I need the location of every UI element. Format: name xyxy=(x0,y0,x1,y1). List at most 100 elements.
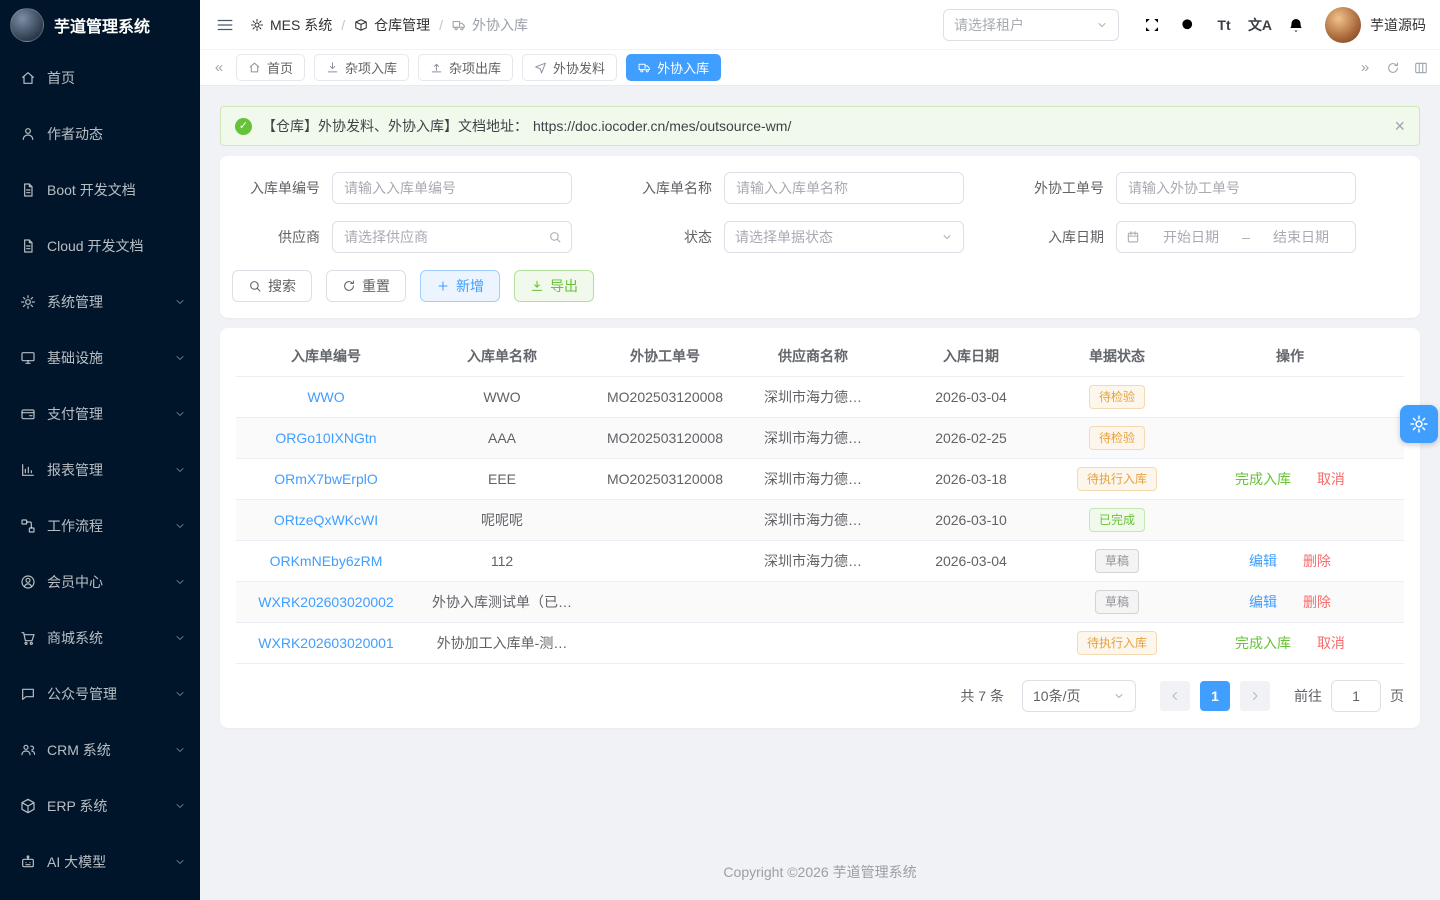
chevron-down-icon xyxy=(174,408,186,420)
notifications-button[interactable] xyxy=(1279,8,1313,42)
reset-button[interactable]: 重置 xyxy=(326,270,406,302)
app-root: 芋道管理系统 首页 作者动态 Boot 开发文档 Cloud 开发文档 系统管理 xyxy=(0,0,1440,900)
order-no-link[interactable]: WXRK202603020002 xyxy=(258,594,393,610)
breadcrumb-item-outsource-inbound: 外协入库 xyxy=(452,15,528,35)
search-icon xyxy=(548,230,562,244)
user-menu[interactable]: 芋道源码 xyxy=(1325,7,1426,43)
cart-icon xyxy=(20,630,36,646)
sidebar-item-home[interactable]: 首页 xyxy=(0,50,200,106)
col-date: 入库日期 xyxy=(884,336,1058,376)
cancel-link[interactable]: 取消 xyxy=(1317,635,1345,651)
work-order-label: 外协工单号 xyxy=(1016,178,1116,198)
sidebar-item-erp[interactable]: ERP 系统 xyxy=(0,778,200,834)
sidebar-item-cloud-docs[interactable]: Cloud 开发文档 xyxy=(0,218,200,274)
delete-link[interactable]: 删除 xyxy=(1303,553,1331,569)
page-size-select[interactable]: 10条/页 xyxy=(1022,680,1136,712)
font-size-button[interactable]: Tt xyxy=(1207,8,1241,42)
global-search-button[interactable] xyxy=(1171,8,1205,42)
chevron-down-icon xyxy=(174,352,186,364)
plus-icon xyxy=(436,279,450,293)
sidebar-item-infrastructure[interactable]: 基础设施 xyxy=(0,330,200,386)
truck-icon xyxy=(638,61,651,74)
sidebar-item-member-center[interactable]: 会员中心 xyxy=(0,554,200,610)
order-no-link[interactable]: ORKmNEby6zRM xyxy=(270,553,383,569)
page-unit-label: 页 xyxy=(1390,686,1404,706)
doc-link[interactable]: https://doc.iocoder.cn/mes/outsource-wm/ xyxy=(533,118,791,134)
page-1-button[interactable]: 1 xyxy=(1200,681,1230,711)
breadcrumb-item-mes[interactable]: MES 系统 xyxy=(250,15,332,35)
breadcrumb-item-warehouse[interactable]: 仓库管理 xyxy=(354,15,430,35)
locale-switch-button[interactable]: 文A xyxy=(1243,8,1277,42)
chart-icon xyxy=(20,462,36,478)
status-select[interactable]: 请选择单据状态 xyxy=(724,221,964,253)
tab-outsource-inbound[interactable]: 外协入库 xyxy=(626,54,721,81)
tabs-scroll-right-button[interactable]: » xyxy=(1354,55,1376,81)
chevron-down-icon xyxy=(174,576,186,588)
work-order-input[interactable] xyxy=(1117,173,1355,203)
home-icon xyxy=(248,61,261,74)
sidebar-item-crm[interactable]: CRM 系统 xyxy=(0,722,200,778)
edit-link[interactable]: 编辑 xyxy=(1249,553,1277,569)
chevron-down-icon xyxy=(941,231,953,243)
row-operations: 完成入库 取消 xyxy=(1176,622,1404,663)
order-no-link[interactable]: WXRK202603020001 xyxy=(258,635,393,651)
export-button[interactable]: 导出 xyxy=(514,270,594,302)
supplier-input[interactable] xyxy=(333,222,571,252)
alert-close-icon[interactable]: × xyxy=(1394,117,1405,135)
col-operations: 操作 xyxy=(1176,336,1404,376)
row-operations xyxy=(1176,499,1404,540)
order-no-link[interactable]: ORGo10IXNGtn xyxy=(275,430,376,446)
status-badge: 草稿 xyxy=(1095,590,1139,614)
row-operations: 编辑 删除 xyxy=(1176,540,1404,581)
sidebar-item-author-news[interactable]: 作者动态 xyxy=(0,106,200,162)
sidebar-item-ai[interactable]: AI 大模型 xyxy=(0,834,200,890)
supplier-label: 供应商 xyxy=(232,227,332,247)
edit-link[interactable]: 编辑 xyxy=(1249,594,1277,610)
layout-settings-button[interactable] xyxy=(1410,55,1432,81)
sidebar-item-boot-docs[interactable]: Boot 开发文档 xyxy=(0,162,200,218)
date-start-placeholder: 开始日期 xyxy=(1146,227,1236,247)
bell-icon xyxy=(1287,16,1305,34)
fullscreen-button[interactable] xyxy=(1135,8,1169,42)
sidebar-item-official-account[interactable]: 公众号管理 xyxy=(0,666,200,722)
row-operations xyxy=(1176,376,1404,417)
tenant-select[interactable]: 请选择租户 xyxy=(943,9,1119,41)
next-page-button[interactable] xyxy=(1240,681,1270,711)
tab-misc-outbound[interactable]: 杂项出库 xyxy=(418,54,513,81)
col-order-no: 入库单编号 xyxy=(236,336,416,376)
tabs-scroll-left-button[interactable]: « xyxy=(208,55,230,81)
prev-page-button[interactable] xyxy=(1160,681,1190,711)
order-no-input[interactable] xyxy=(333,173,571,203)
sidebar-item-workflow[interactable]: 工作流程 xyxy=(0,498,200,554)
date-range-picker[interactable]: 开始日期 – 结束日期 xyxy=(1116,221,1356,253)
cancel-link[interactable]: 取消 xyxy=(1317,471,1345,487)
goto-page-input[interactable] xyxy=(1331,680,1381,712)
refresh-tab-button[interactable] xyxy=(1382,55,1404,81)
search-button[interactable]: 搜索 xyxy=(232,270,312,302)
theme-settings-button[interactable] xyxy=(1400,405,1438,443)
sidebar-item-payment[interactable]: 支付管理 xyxy=(0,386,200,442)
status-badge: 待检验 xyxy=(1089,385,1145,409)
alert-text: 【仓库】外协发料、外协入库】文档地址：https://doc.iocoder.c… xyxy=(262,116,791,136)
sidebar-item-report[interactable]: 报表管理 xyxy=(0,442,200,498)
order-no-link[interactable]: WWO xyxy=(307,389,344,405)
pagination: 共 7 条 10条/页 1 前往 页 xyxy=(236,664,1404,712)
delete-link[interactable]: 删除 xyxy=(1303,594,1331,610)
order-no-link[interactable]: ORmX7bwErplO xyxy=(274,471,377,487)
tab-home[interactable]: 首页 xyxy=(236,54,305,81)
tab-misc-inbound[interactable]: 杂项入库 xyxy=(314,54,409,81)
order-name-input[interactable] xyxy=(725,173,963,203)
download-icon xyxy=(530,279,544,293)
date-end-placeholder: 结束日期 xyxy=(1256,227,1346,247)
tab-outsource-issue[interactable]: 外协发料 xyxy=(522,54,617,81)
order-no-link[interactable]: ORtzeQxWKcWI xyxy=(274,512,378,528)
complete-inbound-link[interactable]: 完成入库 xyxy=(1235,471,1291,487)
row-operations: 完成入库 取消 xyxy=(1176,458,1404,499)
sidebar-item-system-management[interactable]: 系统管理 xyxy=(0,274,200,330)
sidebar-item-mall[interactable]: 商城系统 xyxy=(0,610,200,666)
add-button[interactable]: 新增 xyxy=(420,270,500,302)
app-logo[interactable]: 芋道管理系统 xyxy=(0,0,200,50)
collapse-sidebar-button[interactable] xyxy=(208,8,242,42)
table-row: WXRK202603020001 外协加工入库单-测… 待执行入库 完成入库 取… xyxy=(236,622,1404,663)
complete-inbound-link[interactable]: 完成入库 xyxy=(1235,635,1291,651)
